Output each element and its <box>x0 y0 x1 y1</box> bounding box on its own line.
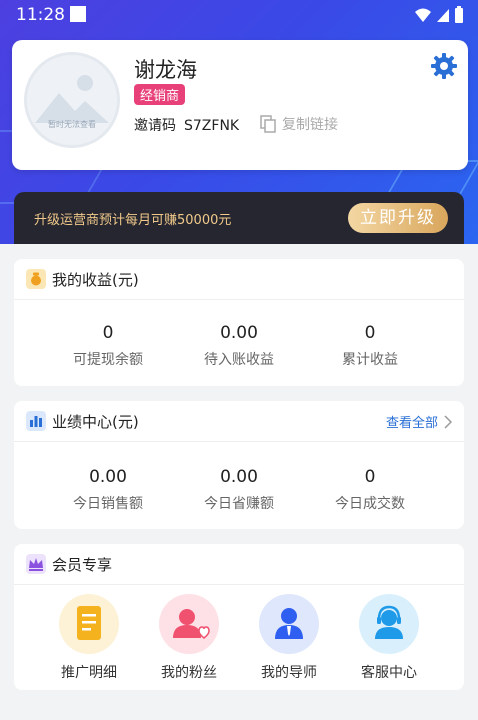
stat-value: 0 <box>364 467 376 487</box>
status-time: 11:28 <box>16 5 65 25</box>
tool-label: 我的导师 <box>261 665 317 681</box>
stat-label: 可提现余额 <box>73 352 143 368</box>
user-name: 谢龙海 <box>134 58 197 82</box>
stat-value: 0.00 <box>89 467 127 487</box>
earnings-title: 我的收益(元) <box>52 271 139 289</box>
status-bar: 11:28 <box>0 0 478 30</box>
mentor-icon <box>259 594 319 654</box>
avatar[interactable]: 暂时无法查看 <box>24 52 120 148</box>
stat-label: 累计收益 <box>342 352 398 368</box>
stat-label: 今日销售额 <box>73 496 143 512</box>
avatar-caption: 暂时无法查看 <box>48 120 96 129</box>
battery-icon <box>455 6 463 23</box>
upgrade-banner: 升级运营商预计每月可赚50000元 立即升级 <box>14 192 464 244</box>
tool-my-fans[interactable]: 我的粉丝 <box>144 594 234 682</box>
wifi-icon <box>415 8 431 22</box>
tool-label: 我的粉丝 <box>161 665 217 681</box>
stat-cumulative[interactable]: 0 累计收益 <box>306 323 434 369</box>
tool-label: 推广明细 <box>61 665 117 681</box>
earnings-stats: 0 可提现余额 0.00 待入账收益 0 累计收益 <box>44 323 434 369</box>
performance-title: 业绩中心(元) <box>52 413 139 431</box>
upgrade-text: 升级运营商预计每月可赚50000元 <box>34 213 232 228</box>
earnings-card: 我的收益(元) 0 可提现余额 0.00 待入账收益 0 累计收益 <box>14 259 464 386</box>
copy-link-button[interactable]: 复制链接 <box>260 114 338 134</box>
member-card: 会员专享 推广明细 我的粉丝 我的导师 客服中心 <box>14 544 464 690</box>
copy-icon <box>260 115 276 133</box>
stat-label: 今日成交数 <box>335 496 405 512</box>
invite-label: 邀请码 <box>134 118 176 134</box>
signal-icon <box>437 9 449 22</box>
stat-label: 待入账收益 <box>204 352 274 368</box>
upgrade-button[interactable]: 立即升级 <box>348 203 448 233</box>
gear-icon[interactable] <box>430 52 458 80</box>
crown-icon <box>26 554 46 574</box>
notification-icon <box>70 6 86 22</box>
headset-icon <box>359 594 419 654</box>
stat-label: 今日省赚额 <box>204 496 274 512</box>
performance-stats: 0.00 今日销售额 0.00 今日省赚额 0 今日成交数 <box>44 467 434 513</box>
stat-value: 0 <box>364 323 376 343</box>
tool-my-mentor[interactable]: 我的导师 <box>244 594 334 682</box>
money-bag-icon <box>26 269 46 289</box>
stat-value: 0.00 <box>220 323 258 343</box>
member-title: 会员专享 <box>52 556 113 574</box>
performance-header: 业绩中心(元) 查看全部 <box>14 401 464 442</box>
stat-withdrawable[interactable]: 0 可提现余额 <box>44 323 172 369</box>
earnings-header: 我的收益(元) <box>14 259 464 300</box>
bar-chart-icon <box>26 411 46 431</box>
performance-card: 业绩中心(元) 查看全部 0.00 今日销售额 0.00 今日省赚额 0 今日成交数 <box>14 401 464 529</box>
fans-icon <box>159 594 219 654</box>
stat-today-saved[interactable]: 0.00 今日省赚额 <box>175 467 303 513</box>
stat-pending[interactable]: 0.00 待入账收益 <box>175 323 303 369</box>
document-icon <box>59 594 119 654</box>
stat-today-deals[interactable]: 0 今日成交数 <box>306 467 434 513</box>
image-placeholder-icon <box>35 75 109 123</box>
invite-code: S7ZFNK <box>184 118 240 134</box>
role-badge: 经销商 <box>134 84 186 105</box>
stat-today-sales[interactable]: 0.00 今日销售额 <box>44 467 172 513</box>
chevron-right-icon <box>444 414 452 429</box>
copy-link-label: 复制链接 <box>282 117 338 133</box>
view-all-link[interactable]: 查看全部 <box>386 412 452 431</box>
stat-value: 0.00 <box>220 467 258 487</box>
profile-card: 暂时无法查看 谢龙海 经销商 邀请码 S7ZFNK 复制链接 <box>12 40 468 170</box>
view-all-label: 查看全部 <box>385 416 438 431</box>
member-tools: 推广明细 我的粉丝 我的导师 客服中心 <box>44 594 434 682</box>
tool-label: 客服中心 <box>361 665 417 681</box>
member-header: 会员专享 <box>14 544 464 585</box>
tool-promotion-detail[interactable]: 推广明细 <box>44 594 134 682</box>
stat-value: 0 <box>102 323 114 343</box>
invite-code-row: 邀请码 S7ZFNK <box>134 115 239 135</box>
tool-customer-service[interactable]: 客服中心 <box>344 594 434 682</box>
